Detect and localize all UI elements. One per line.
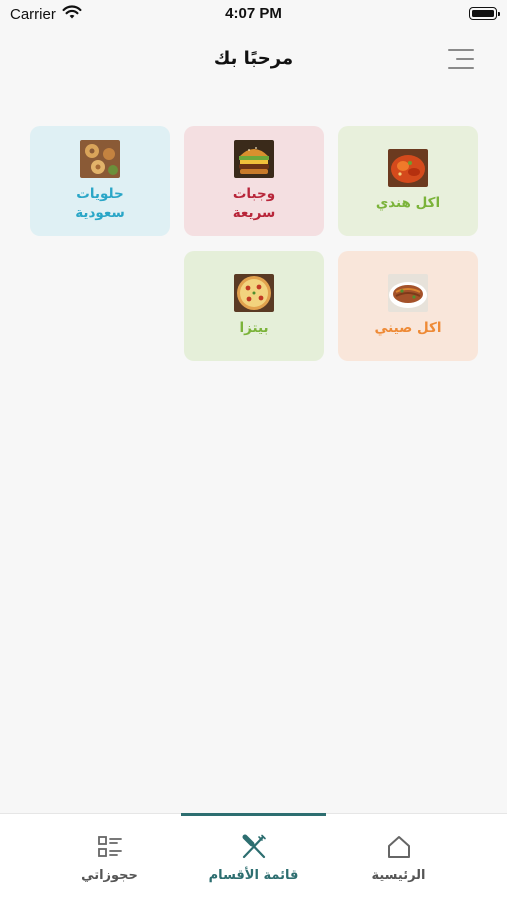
pizza-image — [234, 274, 274, 312]
category-card-saudi-sweets[interactable]: حلويات سعودية — [30, 126, 170, 236]
sweets-image — [80, 139, 120, 178]
indian-food-image — [388, 149, 428, 187]
page-title: مرحبًا بك — [213, 48, 294, 69]
tab-label: حجوزاتي — [81, 868, 138, 883]
battery-icon — [469, 7, 500, 20]
tab-home[interactable]: الرئيسية — [326, 814, 471, 900]
menu-button[interactable] — [446, 46, 476, 74]
menu-icon — [448, 49, 474, 51]
category-label: بيتزا — [239, 320, 269, 336]
list-icon — [98, 836, 122, 857]
fork-knife-icon — [242, 834, 266, 859]
status-bar: Carrier 4:07 PM — [0, 0, 507, 30]
menu-icon-line — [448, 67, 474, 69]
category-card-indian[interactable]: اكل هندي — [338, 126, 478, 236]
tab-categories[interactable]: قائمة الأقسام — [181, 814, 326, 900]
tab-label: الرئيسية — [371, 868, 426, 883]
category-card-fast-food[interactable]: وجبات سريعة — [184, 126, 324, 236]
home-icon — [388, 836, 410, 858]
tab-label: قائمة الأقسام — [208, 868, 299, 883]
tab-my-bookings[interactable]: حجوزاتي — [37, 814, 182, 900]
category-label: وجبات سريعة — [232, 185, 276, 221]
menu-icon-line — [456, 58, 474, 60]
category-card-pizza[interactable]: بيتزا — [184, 251, 324, 361]
status-time: 4:07 PM — [225, 5, 282, 22]
burger-image — [234, 139, 274, 178]
category-card-chinese[interactable]: اكل صيني — [338, 251, 478, 361]
chinese-food-image — [388, 274, 428, 312]
category-label: اكل هندي — [375, 195, 441, 211]
category-label: اكل صيني — [374, 320, 442, 336]
tab-bar: الرئيسية قائمة الأقسام حجوزاتي — [0, 813, 507, 900]
category-label: حلويات سعودية — [75, 185, 125, 221]
